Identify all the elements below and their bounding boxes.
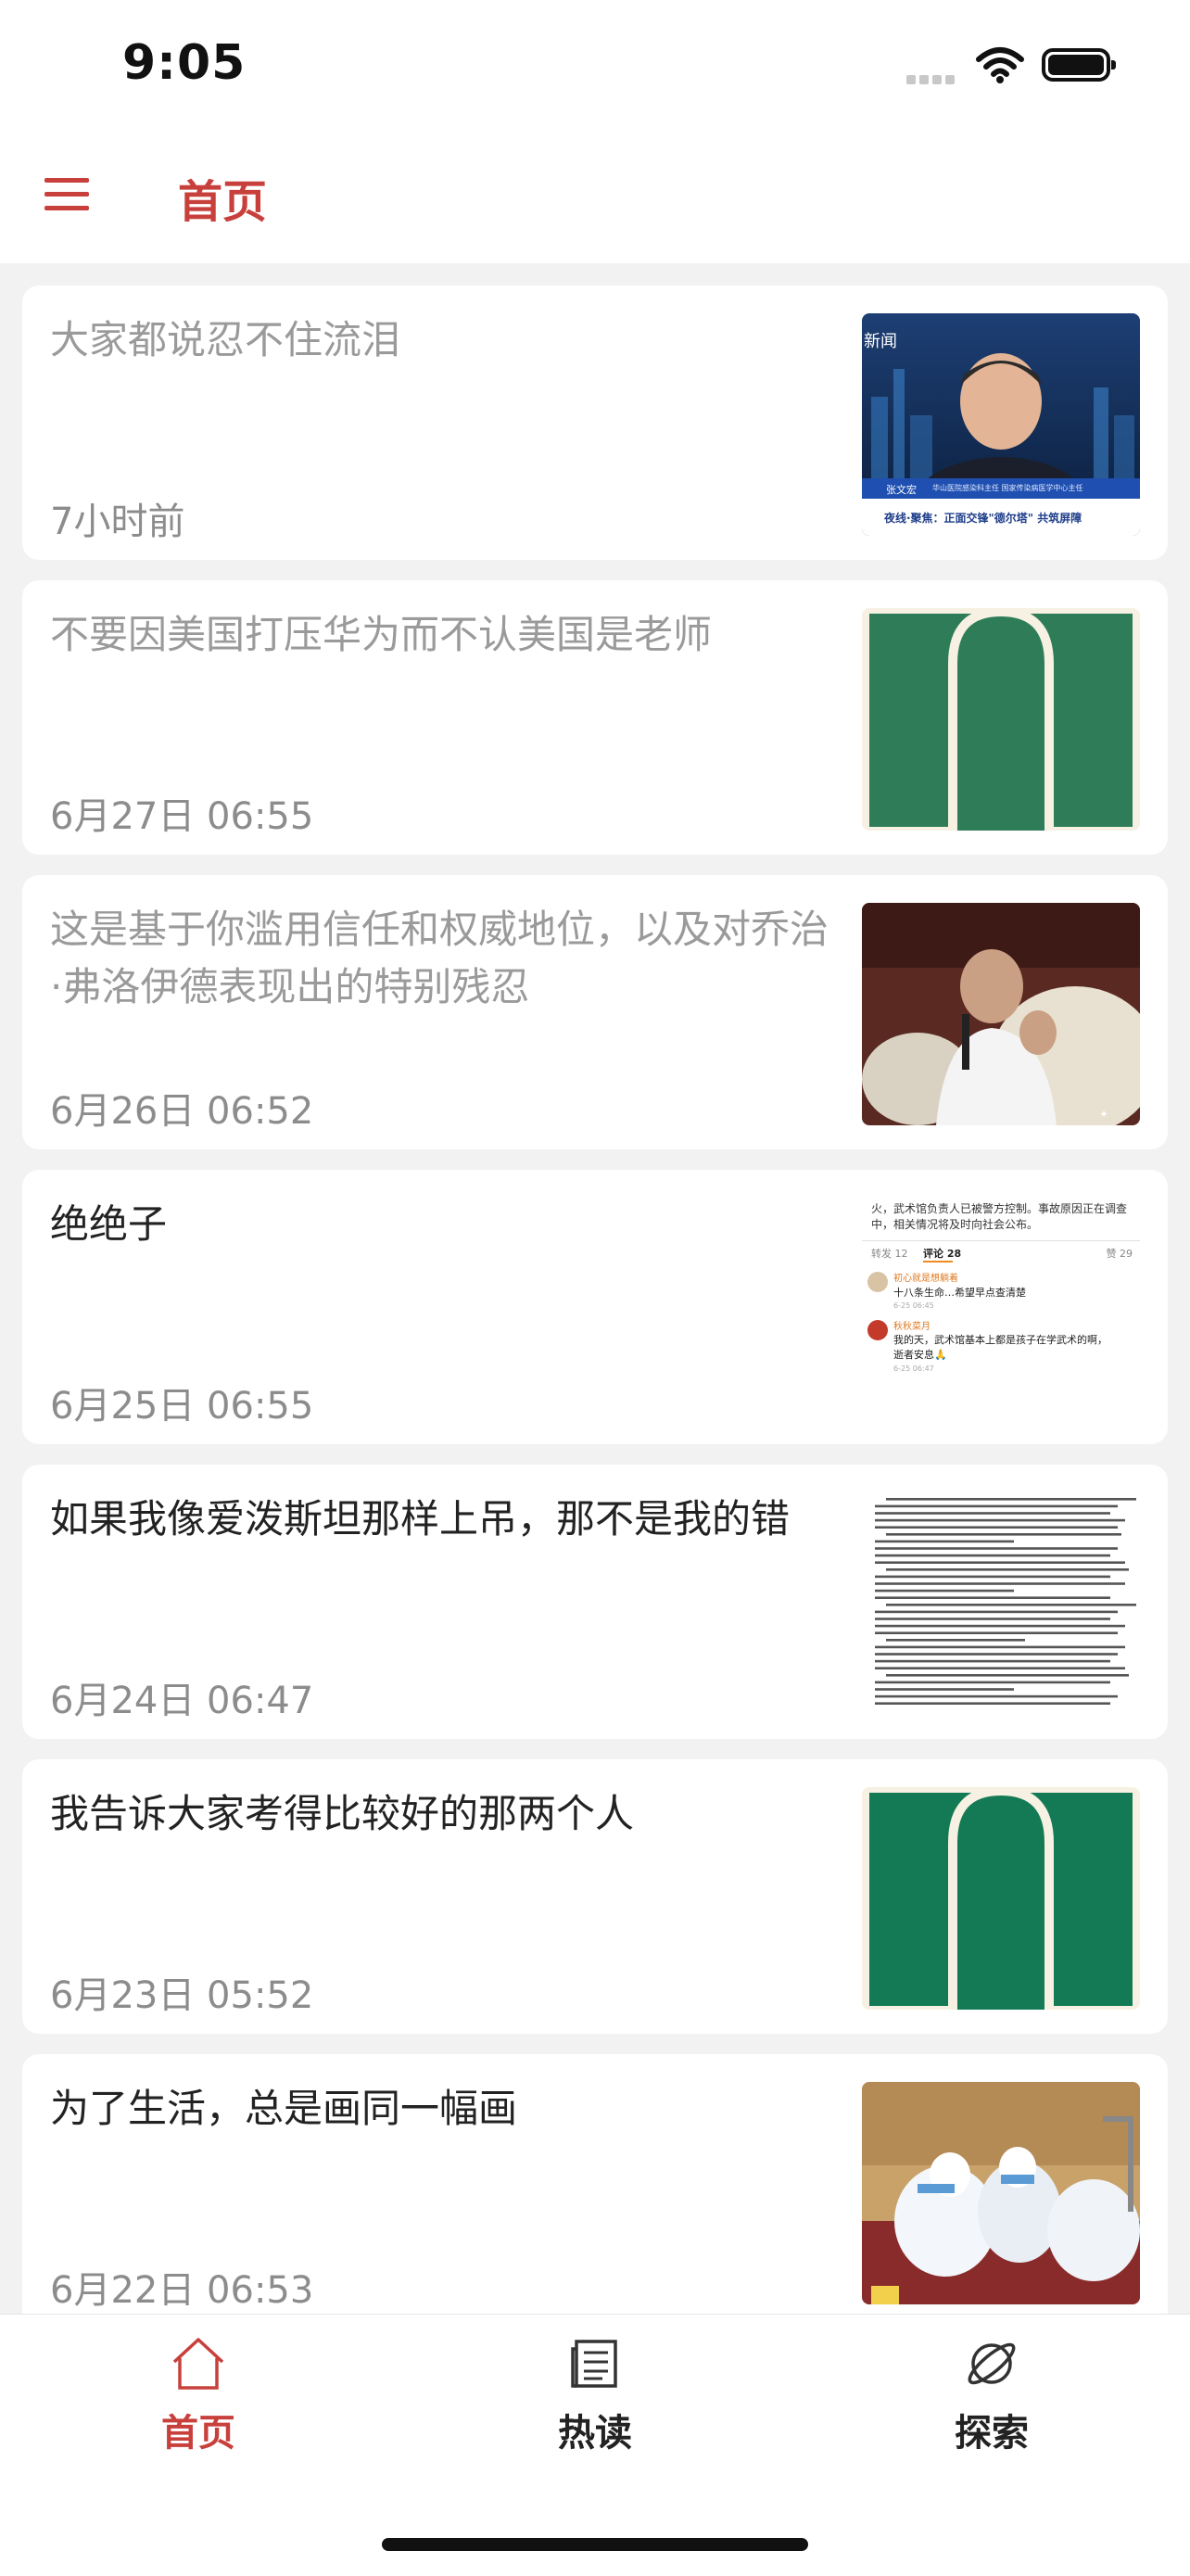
article-date: 6月27日 06:55 [50, 795, 314, 838]
doc-text-line [886, 1568, 1129, 1571]
article-title: 这是基于你滥用信任和权威地位，以及对乔治·弗洛伊德表现出的特别残忍 [50, 907, 829, 1009]
doc-text-line [875, 1518, 1125, 1522]
tab-label: 热读 [558, 2412, 632, 2455]
article-card[interactable]: 绝绝子 6月25日 06:55 火，武术馆负责人已被警方控制。事故原因正在调查中… [22, 1170, 1168, 1444]
article-card[interactable]: 不要因美国打压华为而不认美国是老师 6月27日 06:55 [22, 580, 1168, 855]
article-date: 6月22日 06:53 [50, 2269, 314, 2312]
doc-text-line [875, 1702, 1110, 1705]
news-corner-logo: 新闻 [864, 332, 897, 351]
news-subtitle: 华山医院感染科主任 国家传染病医学中心主任 [932, 484, 1083, 492]
doc-text-line [875, 1667, 1125, 1669]
article-thumbnail: 新闻 张文宏 华山医院感染科主任 国家传染病医学中心主任 夜线·聚焦：正面交锋"… [862, 313, 1140, 536]
article-title: 大家都说忍不住流泪 [50, 317, 401, 362]
article-card[interactable]: 为了生活，总是画同一幅画 6月22日 06:53 [22, 2054, 1168, 2329]
article-title: 不要因美国打压华为而不认美国是老师 [50, 612, 713, 657]
home-icon [172, 2338, 224, 2390]
tab-label: 首页 [161, 2412, 235, 2455]
article-date: 6月24日 06:47 [50, 1680, 314, 1722]
doc-text-line [875, 1561, 1125, 1564]
doc-text-line [886, 1533, 1121, 1536]
weibo-comment-text: 我的天，武术馆基本上都是孩子在学武术的啊，逝者安息🙏 [893, 1334, 1108, 1361]
doc-text-line [875, 1659, 1110, 1663]
news-caption: 夜线·聚焦：正面交锋"德尔塔" 共筑屏障 [884, 512, 1082, 525]
article-card[interactable]: 如果我像爱泼斯坦那样上吊，那不是我的错 6月24日 06:47 [22, 1465, 1168, 1739]
doc-text-line [875, 1610, 1118, 1614]
article-title: 我告诉大家考得比较好的那两个人 [50, 1791, 635, 1836]
status-time: 9:05 [122, 35, 247, 91]
doc-text-line [875, 1582, 1125, 1585]
doc-text-line [875, 1575, 1110, 1579]
doc-text-line [875, 1589, 1014, 1593]
article-card[interactable]: 这是基于你滥用信任和权威地位，以及对乔治·弗洛伊德表现出的特别残忍 6月26日 … [22, 875, 1168, 1149]
article-thumbnail: ✦ [862, 903, 1140, 1125]
article-thumbnail [862, 1787, 1140, 2010]
tab-hot-read[interactable]: 热读 [512, 2336, 678, 2456]
weibo-post-text: 火，武术馆负责人已被警方控制。事故原因正在调查中，相关情况将及时向社会公布。 [871, 1202, 1128, 1231]
doc-text-line [875, 1547, 1118, 1550]
article-date: 6月23日 05:52 [50, 1974, 314, 2017]
news-icon [571, 2340, 617, 2388]
tab-explore[interactable]: 探索 [908, 2336, 1075, 2456]
page-title: 首页 [178, 176, 268, 228]
status-bar: 9:05 [0, 0, 1190, 130]
menu-icon[interactable] [44, 178, 89, 211]
article-date: 6月25日 06:55 [50, 1385, 314, 1428]
article-title: 绝绝子 [50, 1201, 168, 1247]
doc-text-line [875, 1512, 1110, 1515]
article-thumbnail [862, 608, 1140, 831]
doc-text-line [875, 1504, 1118, 1508]
weibo-tab-like: 赞 29 [1106, 1248, 1133, 1260]
doc-text-line [886, 1604, 1136, 1606]
home-indicator [382, 2538, 808, 2551]
planet-icon [968, 2342, 1016, 2385]
doc-text-line [875, 1681, 1110, 1684]
doc-text-line [875, 1653, 1118, 1656]
avatar [867, 1272, 888, 1292]
doc-text-line [875, 1540, 1014, 1543]
article-date: 7小时前 [50, 501, 185, 543]
avatar [867, 1320, 888, 1340]
article-thumbnail [862, 2082, 1140, 2304]
doc-text-line [875, 1526, 1118, 1529]
article-date: 6月26日 06:52 [50, 1090, 314, 1133]
tab-home[interactable]: 首页 [115, 2336, 282, 2456]
article-card[interactable]: 我告诉大家考得比较好的那两个人 6月23日 05:52 [22, 1759, 1168, 2034]
tab-label: 探索 [955, 2412, 1029, 2455]
doc-text-line [875, 1618, 1110, 1620]
weibo-comment-time: 6-25 06:47 [893, 1364, 934, 1373]
weibo-comment-text: 十八条生命…希望早点查清楚 [893, 1287, 1026, 1299]
weibo-comment-user: 初心就是想躺着 [893, 1274, 958, 1284]
weibo-comment-time: 6-25 06:45 [893, 1301, 934, 1310]
doc-text-line [886, 1639, 1025, 1642]
doc-text-line [875, 1688, 1014, 1691]
svg-text:✦: ✦ [1099, 1108, 1108, 1121]
weibo-tab-repost: 转发 12 [871, 1248, 908, 1260]
article-card[interactable]: 大家都说忍不住流泪 7小时前 新闻 张文宏 华山医院感染科主任 国家传染病医学中… [22, 286, 1168, 560]
doc-text-line [875, 1631, 1118, 1634]
doc-text-line [875, 1596, 1110, 1599]
news-name-tag: 张文宏 [886, 484, 917, 496]
doc-text-line [886, 1674, 1129, 1677]
article-title: 为了生活，总是画同一幅画 [50, 2086, 518, 2131]
weibo-tab-comment: 评论 28 [923, 1248, 962, 1260]
battery-icon [1042, 48, 1116, 82]
doc-text-line [875, 1694, 1118, 1698]
article-thumbnail [862, 1492, 1140, 1715]
doc-text-line [875, 1645, 1125, 1649]
wifi-icon [976, 47, 1024, 83]
article-thumbnail: 火，武术馆负责人已被警方控制。事故原因正在调查中，相关情况将及时向社会公布。 转… [862, 1198, 1140, 1420]
doc-text-line [875, 1624, 1125, 1628]
article-title: 如果我像爱泼斯坦那样上吊，那不是我的错 [50, 1496, 791, 1542]
cellular-signal-icon [906, 70, 958, 88]
doc-text-line [886, 1498, 1136, 1501]
weibo-comment-user: 秋秋菜月 [893, 1322, 930, 1332]
doc-text-line [875, 1554, 1110, 1557]
